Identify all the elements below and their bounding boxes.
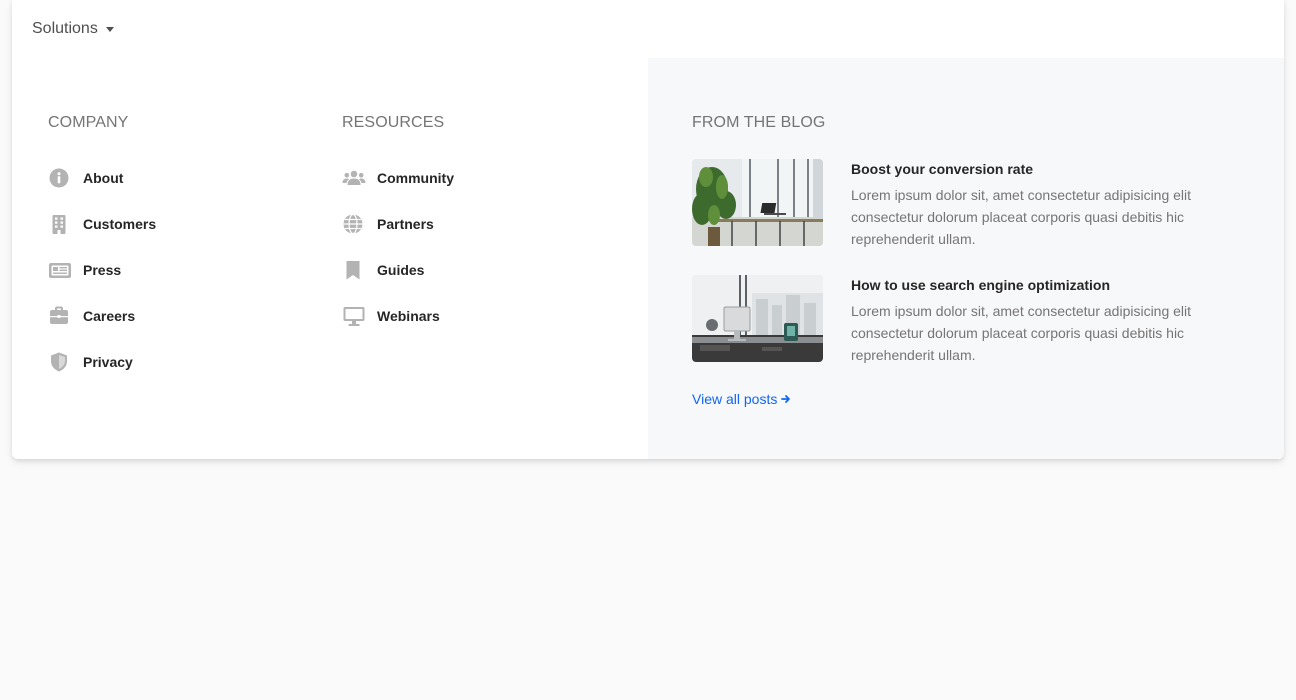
menu-item-label: Privacy bbox=[83, 354, 133, 370]
solutions-label: Solutions bbox=[32, 20, 98, 37]
menu-item-label: Community bbox=[377, 170, 454, 186]
arrow-right-icon bbox=[781, 391, 791, 407]
menu-item-label: Guides bbox=[377, 262, 425, 278]
menu-item-customers[interactable]: Customers bbox=[48, 201, 156, 247]
company-list: About Customers Press Careers Privacy bbox=[48, 155, 156, 385]
menu-item-label: Partners bbox=[377, 216, 434, 232]
blog-pane: FROM THE BLOG Boost your conversion rate… bbox=[648, 58, 1284, 459]
view-all-posts-label: View all posts bbox=[692, 391, 778, 407]
post-content: How to use search engine optimization Lo… bbox=[851, 275, 1231, 363]
menu-item-community[interactable]: Community bbox=[342, 155, 454, 201]
menu-item-about[interactable]: About bbox=[48, 155, 156, 201]
menu-item-label: Customers bbox=[83, 216, 157, 232]
post-excerpt: Lorem ipsum dolor sit, amet consectetur … bbox=[851, 303, 1192, 363]
resources-heading: RESOURCES bbox=[342, 114, 445, 131]
menu-item-label: Press bbox=[83, 262, 122, 278]
menu-item-careers[interactable]: Careers bbox=[48, 293, 156, 339]
blog-post[interactable]: How to use search engine optimization Lo… bbox=[692, 275, 1252, 363]
menu-item-label: Careers bbox=[83, 308, 136, 324]
menu-item-label: About bbox=[83, 170, 124, 186]
post-title: Boost your conversion rate bbox=[851, 161, 1034, 177]
newspaper-icon bbox=[48, 258, 72, 282]
bookmark-icon bbox=[342, 258, 366, 282]
post-content: Boost your conversion rate Lorem ipsum d… bbox=[851, 159, 1231, 247]
menu-item-label: Webinars bbox=[377, 308, 440, 324]
mega-menu-container: Solutions COMPANY About Customers Press … bbox=[12, 0, 1284, 459]
menu-item-partners[interactable]: Partners bbox=[342, 201, 454, 247]
navbar: Solutions bbox=[12, 0, 1284, 58]
menu-item-webinars[interactable]: Webinars bbox=[342, 293, 454, 339]
resources-list: Community Partners Guides Webinars bbox=[342, 155, 454, 339]
post-thumbnail-office-plants bbox=[692, 159, 823, 246]
building-icon bbox=[48, 212, 72, 236]
post-excerpt: Lorem ipsum dolor sit, amet consectetur … bbox=[851, 187, 1192, 247]
post-thumbnail-office-desk bbox=[692, 275, 823, 362]
desktop-icon bbox=[342, 304, 366, 328]
blog-post[interactable]: Boost your conversion rate Lorem ipsum d… bbox=[692, 159, 1252, 247]
users-icon bbox=[342, 166, 366, 190]
shield-icon bbox=[48, 350, 72, 374]
briefcase-icon bbox=[48, 304, 72, 328]
menu-item-privacy[interactable]: Privacy bbox=[48, 339, 156, 385]
menu-item-guides[interactable]: Guides bbox=[342, 247, 454, 293]
info-circle-icon bbox=[48, 166, 72, 190]
post-title: How to use search engine optimization bbox=[851, 277, 1111, 293]
menu-links-pane: COMPANY About Customers Press Careers Pr… bbox=[12, 58, 648, 459]
menu-item-press[interactable]: Press bbox=[48, 247, 156, 293]
company-heading: COMPANY bbox=[48, 114, 129, 131]
solutions-dropdown-toggle[interactable]: Solutions bbox=[32, 18, 114, 40]
blog-heading: FROM THE BLOG bbox=[692, 114, 826, 131]
caret-down-icon bbox=[105, 26, 114, 32]
view-all-posts-link[interactable]: View all posts bbox=[692, 391, 791, 407]
globe-icon bbox=[342, 212, 366, 236]
